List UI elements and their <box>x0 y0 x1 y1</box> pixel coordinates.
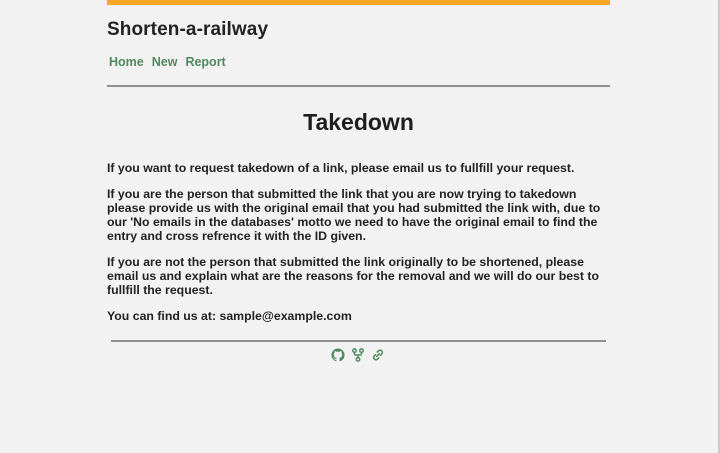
page-title: Takedown <box>303 109 414 135</box>
github-icon[interactable] <box>331 348 345 362</box>
footer-icons <box>331 348 385 362</box>
nav-new-link[interactable]: New <box>152 55 178 69</box>
page-content: If you want to request takedown of a lin… <box>107 161 613 335</box>
nav-report-link[interactable]: Report <box>185 55 225 69</box>
fork-icon[interactable] <box>351 348 365 362</box>
page-container: Shorten-a-railway Home New Report Takedo… <box>107 0 610 323</box>
accent-bar <box>107 0 610 5</box>
footer-divider <box>111 340 606 342</box>
nav-home-link[interactable]: Home <box>109 55 144 69</box>
takedown-intro-paragraph: If you want to request takedown of a lin… <box>107 161 575 175</box>
non-submitter-instructions-paragraph: If you are not the person that submitted… <box>107 255 599 297</box>
submitter-instructions-paragraph: If you are the person that submitted the… <box>107 187 601 243</box>
link-icon[interactable] <box>371 348 385 362</box>
main-nav: Home New Report <box>109 55 226 69</box>
header-divider <box>107 85 610 87</box>
site-title: Shorten-a-railway <box>107 19 269 40</box>
contact-paragraph: You can find us at: sample@example.com <box>107 309 352 323</box>
